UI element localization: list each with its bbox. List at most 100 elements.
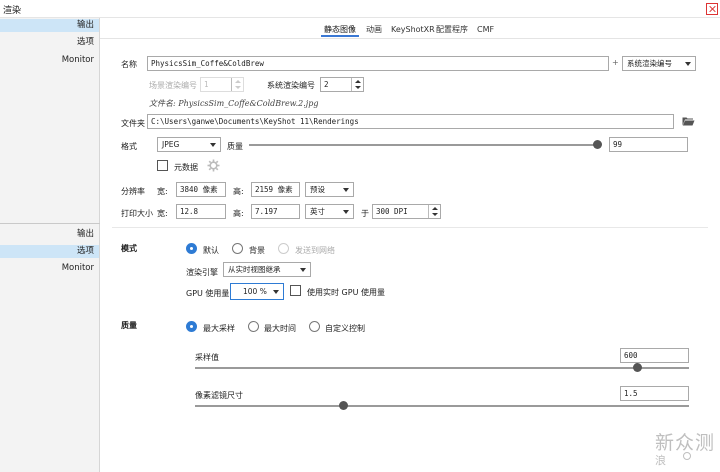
at-label: 于 [361,209,369,218]
width-label: 宽: [157,187,168,196]
tab-underline [100,38,720,39]
sidebar: 输出 选项 Monitor 输出 选项 Monitor [0,18,100,472]
chevron-down-icon [210,143,216,147]
sidebar-item-monitor[interactable]: Monitor [0,54,99,67]
folder-input[interactable]: C:\Users\ganwe\Documents\KeyShot 11\Rend… [147,114,674,129]
mode-background-label: 背景 [249,246,265,255]
close-icon[interactable] [706,3,718,15]
sidebar-item-options-2[interactable]: 选项 [0,245,99,258]
gpu-realtime-label: 使用实时 GPU 使用量 [307,288,385,297]
name-suffix-select[interactable]: 系统渲染编号 [622,56,696,71]
quality-section-title: 质量 [121,321,137,330]
print-width-input[interactable]: 12.8 [176,204,226,219]
gpu-select[interactable]: 100 % [230,283,284,300]
plus-label: + [612,58,619,67]
metadata-label: 元数据 [174,163,198,172]
dpi-stepper[interactable] [428,205,440,218]
tab-cmf[interactable]: CMF [474,22,497,37]
engine-select[interactable]: 从实时视图继承 [223,262,311,277]
quality-slider-handle[interactable] [592,140,602,149]
width-input[interactable]: 3840 像素 [176,182,226,197]
watermark-circle-icon [683,452,691,460]
format-select[interactable]: JPEG [157,137,221,152]
watermark-logo: 新众测 [655,432,716,454]
print-width-label: 宽: [157,209,168,218]
name-input[interactable]: PhysicsSim_Coffe&ColdBrew [147,56,609,71]
unit-select[interactable]: 英寸 [305,204,354,219]
scene-number-input[interactable]: 1 [200,77,244,92]
system-number-label: 系统渲染编号 [267,81,315,90]
name-label: 名称 [121,60,137,69]
mode-network-label: 发送到网络 [295,246,335,255]
system-number-stepper[interactable] [351,78,363,91]
folder-icon[interactable] [682,116,695,126]
system-number-input[interactable]: 2 [320,77,364,92]
quality-custom-label: 自定义控制 [325,324,365,333]
tab-configurator[interactable]: 配置程序 [433,22,471,37]
mode-default-radio[interactable] [186,243,197,254]
samples-slider-track[interactable] [195,367,689,369]
mode-network-radio[interactable] [278,243,289,254]
quality-max-samples-label: 最大采样 [203,324,235,333]
window-title: 渲染 [3,6,22,16]
print-height-input[interactable]: 7.197 [251,204,300,219]
folder-label: 文件夹 [121,119,145,128]
samples-slider-handle[interactable] [632,363,642,372]
sidebar-item-options[interactable]: 选项 [0,36,99,49]
mode-default-label: 默认 [203,246,219,255]
gpu-value: 100 % [243,287,267,296]
filename-preview: 文件名: PhysicsSim_Coffe&ColdBrew.2.jpg [149,99,319,108]
chevron-down-icon [300,268,306,272]
gear-icon[interactable] [207,159,220,172]
quality-custom-radio[interactable] [309,321,320,332]
pixel-filter-input[interactable]: 1.5 [620,386,689,401]
metadata-checkbox[interactable] [157,160,168,171]
height-input[interactable]: 2159 像素 [251,182,300,197]
watermark-sub: 浪 [655,454,666,467]
resolution-label: 分辨率 [121,187,145,196]
print-height-label: 高: [233,209,244,218]
format-value: JPEG [162,140,180,149]
quality-max-samples-radio[interactable] [186,321,197,332]
scene-number-value: 1 [204,80,209,89]
name-suffix-value: 系统渲染编号 [627,59,672,68]
chevron-down-icon [685,62,691,66]
chevron-down-icon [343,210,349,214]
pixel-filter-slider-track[interactable] [195,405,689,407]
engine-label: 渲染引擎 [186,268,218,277]
gpu-label: GPU 使用量 [186,289,230,298]
quality-max-time-label: 最大时间 [264,324,296,333]
sidebar-divider [0,223,100,224]
pixel-filter-label: 像素滤镜尺寸 [195,391,243,400]
scene-number-label: 场景渲染编号 [149,81,197,90]
dpi-input[interactable]: 300 DPI [372,204,441,219]
unit-value: 英寸 [310,207,325,216]
mode-background-radio[interactable] [232,243,243,254]
chevron-down-icon [273,290,279,294]
tab-still-image[interactable]: 静态图像 [321,22,359,37]
pixel-filter-slider-handle[interactable] [338,401,348,410]
preset-select[interactable]: 预设 [305,182,354,197]
mode-title: 模式 [121,244,137,253]
sidebar-item-output[interactable]: 输出 [0,19,99,32]
samples-input[interactable]: 600 [620,348,689,363]
tab-animation[interactable]: 动画 [363,22,385,37]
dpi-value: 300 DPI [376,207,408,216]
sidebar-item-output-2[interactable]: 输出 [0,228,99,241]
samples-label: 采样值 [195,353,219,362]
scene-number-stepper[interactable] [231,78,243,91]
system-number-value: 2 [324,80,329,89]
tab-keyshotxr[interactable]: KeyShotXR [388,22,438,37]
quality-input[interactable]: 99 [609,137,688,152]
engine-value: 从实时视图继承 [228,265,281,274]
section-divider [112,227,708,228]
quality-slider-track[interactable] [249,144,601,146]
sidebar-item-monitor-2[interactable]: Monitor [0,262,99,275]
chevron-down-icon [343,188,349,192]
quality-label: 质量 [227,142,243,151]
preset-value: 预设 [310,185,325,194]
format-label: 格式 [121,142,137,151]
gpu-realtime-checkbox[interactable] [290,285,301,296]
quality-max-time-radio[interactable] [248,321,259,332]
height-label: 高: [233,187,244,196]
